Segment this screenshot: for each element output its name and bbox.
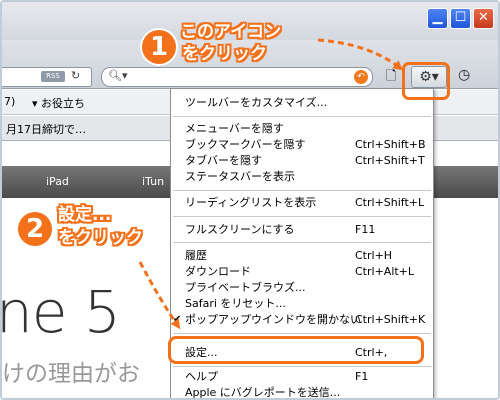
menu-separator bbox=[173, 116, 431, 117]
maximize-button[interactable]: ☐ bbox=[450, 8, 471, 29]
menu-item-customize-toolbar[interactable]: ツールバーをカスタマイズ... bbox=[185, 95, 327, 111]
menu-item-full-screen[interactable]: フルスクリーンにする bbox=[185, 222, 295, 238]
close-button[interactable]: ✕ bbox=[473, 8, 494, 29]
page-heading: ne 5 bbox=[0, 278, 121, 346]
step-1-badge: 1 bbox=[142, 30, 176, 64]
tab-title[interactable]: 月17日締切で… bbox=[6, 121, 86, 137]
clock-icon[interactable]: ◷ bbox=[458, 67, 480, 87]
menu-separator bbox=[173, 216, 431, 217]
menu-item-hide-menubar[interactable]: メニューバーを隠す bbox=[185, 121, 284, 137]
menu-shortcut: Ctrl+H bbox=[355, 249, 393, 262]
minimize-icon: ▁ bbox=[432, 10, 443, 25]
page-subheading: けの理由がお bbox=[2, 361, 140, 387]
menu-item-downloads[interactable]: ダウンロード bbox=[185, 264, 251, 280]
menu-item-report-bug[interactable]: Apple にバグレポートを送信... bbox=[185, 385, 340, 398]
menu-shortcut: Ctrl+Shift+K bbox=[355, 313, 426, 326]
step-2-callout-line1: 設定... bbox=[58, 205, 112, 225]
clear-icon[interactable]: ↶ bbox=[354, 70, 368, 84]
address-bar[interactable]: RSS ↻ bbox=[2, 67, 92, 87]
bookmark-folder-label: お役立ち bbox=[41, 97, 86, 110]
menu-item-reading-list[interactable]: リーディングリストを表示 bbox=[185, 195, 316, 211]
menu-shortcut: Ctrl+Alt+L bbox=[355, 265, 415, 278]
step-2-callout-line2: をクリック bbox=[58, 228, 143, 248]
site-nav-item[interactable]: iPad bbox=[46, 175, 69, 188]
checkmark-icon: ✔ bbox=[173, 314, 182, 325]
reload-icon[interactable]: ↻ bbox=[71, 69, 80, 82]
bookmark-item[interactable]: 7) bbox=[4, 95, 15, 108]
menu-shortcut: Ctrl+Shift+B bbox=[355, 138, 426, 151]
menu-shortcut: Ctrl+Shift+L bbox=[355, 196, 425, 209]
menu-item-show-status-bar[interactable]: ステータスバーを表示 bbox=[185, 169, 295, 185]
menu-item-hide-bookmarks-bar[interactable]: ブックマークバーを隠す bbox=[185, 137, 305, 153]
menu-separator bbox=[173, 333, 431, 334]
search-field[interactable]: 🔍︎▾ ↶ bbox=[101, 67, 373, 87]
minimize-button[interactable]: ▁ bbox=[427, 8, 448, 29]
site-nav-item[interactable]: iTun bbox=[142, 175, 164, 188]
menu-item-private-browsing[interactable]: プライベートブラウズ... bbox=[185, 280, 306, 296]
step-1-callout-line1: このアイコン bbox=[180, 22, 282, 42]
window-controls: ▁ ☐ ✕ bbox=[427, 8, 494, 29]
settings-highlight-box bbox=[168, 336, 424, 364]
menu-item-history[interactable]: 履歴 bbox=[185, 248, 207, 264]
maximize-icon: ☐ bbox=[454, 10, 467, 25]
search-icon: 🔍︎▾ bbox=[108, 69, 128, 82]
bookmark-folder-favorites[interactable]: ▾ お役立ち bbox=[32, 95, 85, 111]
menu-item-reset-safari[interactable]: Safari をリセット... bbox=[185, 296, 286, 312]
menu-shortcut: Ctrl+Shift+T bbox=[355, 154, 425, 167]
menu-separator bbox=[173, 190, 431, 191]
menu-item-help[interactable]: ヘルプ bbox=[185, 369, 218, 385]
rss-button[interactable]: RSS bbox=[41, 71, 65, 82]
step-2-badge: 2 bbox=[18, 212, 52, 246]
menu-separator bbox=[173, 366, 431, 367]
gear-highlight-box bbox=[402, 62, 450, 100]
menu-separator bbox=[173, 242, 431, 243]
menu-item-block-popups[interactable]: ポップアップウインドウを開かない bbox=[185, 312, 361, 328]
menu-shortcut: F1 bbox=[355, 370, 369, 383]
step-1-callout-line2: をクリック bbox=[182, 44, 267, 64]
menu-item-hide-tab-bar[interactable]: タブバーを隠す bbox=[185, 153, 262, 169]
close-icon: ✕ bbox=[478, 10, 489, 25]
menu-shortcut: F11 bbox=[355, 223, 376, 236]
